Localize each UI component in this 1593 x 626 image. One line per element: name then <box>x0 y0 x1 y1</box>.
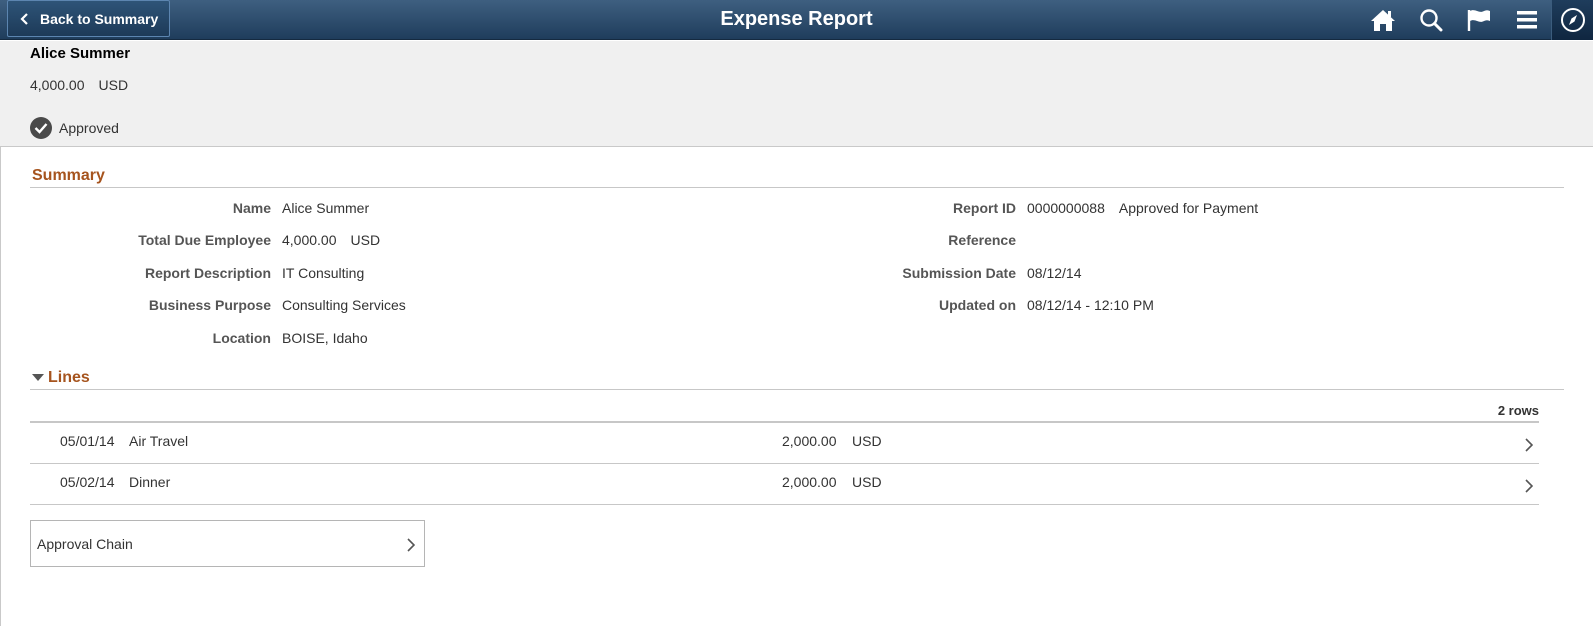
field-reference: Reference <box>0 232 1027 248</box>
page-title: Expense Report <box>720 8 873 30</box>
status-badge: Approved <box>30 117 119 139</box>
navbar-button[interactable] <box>1551 0 1593 40</box>
chevron-right-icon <box>407 538 415 552</box>
search-button[interactable] <box>1407 0 1455 40</box>
field-value: 08/12/14 - 12:10 PM <box>1027 297 1154 313</box>
rows-count: 2 rows <box>1497 403 1539 418</box>
notifications-button[interactable] <box>1455 0 1503 40</box>
line-description: Dinner <box>129 474 171 490</box>
field-submission-date: Submission Date 08/12/14 <box>0 265 1082 281</box>
field-label: Report ID <box>953 200 1016 216</box>
report-banner: Alice Summer 4,000.00 USD Approved <box>0 41 1593 147</box>
field-label: Location <box>212 330 271 346</box>
field-updated-on: Updated on 08/12/14 - 12:10 PM <box>0 297 1154 313</box>
home-icon <box>1371 10 1395 31</box>
chevron-right-icon <box>1525 438 1533 452</box>
field-value: 0000000088 Approved for Payment <box>1027 200 1258 216</box>
search-icon <box>1420 9 1443 32</box>
chevron-right-icon <box>1525 479 1533 493</box>
home-button[interactable] <box>1359 0 1407 40</box>
field-report-id: Report ID 0000000088 Approved for Payment <box>0 200 1258 216</box>
line-amount: 2,000.00 <box>782 433 837 449</box>
approval-chain-button[interactable]: Approval Chain <box>30 520 425 567</box>
collapse-triangle-icon <box>32 374 44 381</box>
line-date: 05/02/14 <box>60 474 115 490</box>
chevron-left-icon <box>18 12 32 26</box>
back-to-summary-button[interactable]: Back to Summary <box>7 0 170 37</box>
field-label: Reference <box>948 232 1016 248</box>
table-row[interactable]: 05/02/14 Dinner 2,000.00 USD <box>30 464 1539 505</box>
approval-chain-label: Approval Chain <box>37 535 133 552</box>
flag-icon <box>1467 10 1490 31</box>
field-label: Submission Date <box>902 265 1016 281</box>
field-value: BOISE, Idaho <box>282 330 368 346</box>
report-status-text: Approved for Payment <box>1118 200 1259 216</box>
field-location: Location BOISE, Idaho <box>0 330 368 346</box>
menu-icon <box>1517 11 1537 29</box>
actions-menu-button[interactable] <box>1503 0 1551 40</box>
line-currency: USD <box>852 474 882 490</box>
lines-section-title: Lines <box>48 369 90 386</box>
line-amount: 2,000.00 <box>782 474 837 490</box>
lines-section-header[interactable]: Lines <box>30 369 1564 390</box>
table-row[interactable]: 05/01/14 Air Travel 2,000.00 USD <box>30 423 1539 464</box>
field-label: Updated on <box>939 297 1016 313</box>
status-text: Approved <box>59 120 119 136</box>
field-value: 08/12/14 <box>1027 265 1082 281</box>
employee-name: Alice Summer <box>30 45 131 62</box>
report-total: 4,000.00 USD <box>30 77 128 93</box>
back-button-label: Back to Summary <box>40 10 159 27</box>
line-date: 05/01/14 <box>60 433 115 449</box>
line-description: Air Travel <box>129 433 189 449</box>
report-id-value: 0000000088 <box>1027 200 1105 216</box>
report-amount: 4,000.00 <box>30 77 85 93</box>
navbar-compass-icon <box>1560 8 1585 32</box>
line-currency: USD <box>852 433 882 449</box>
report-currency: USD <box>98 77 129 93</box>
summary-section-title: Summary <box>30 167 1564 188</box>
check-circle-icon <box>30 117 52 139</box>
top-banner: Back to Summary Expense Report <box>0 0 1593 40</box>
header-actions <box>1359 0 1593 40</box>
page-border <box>0 147 1 626</box>
